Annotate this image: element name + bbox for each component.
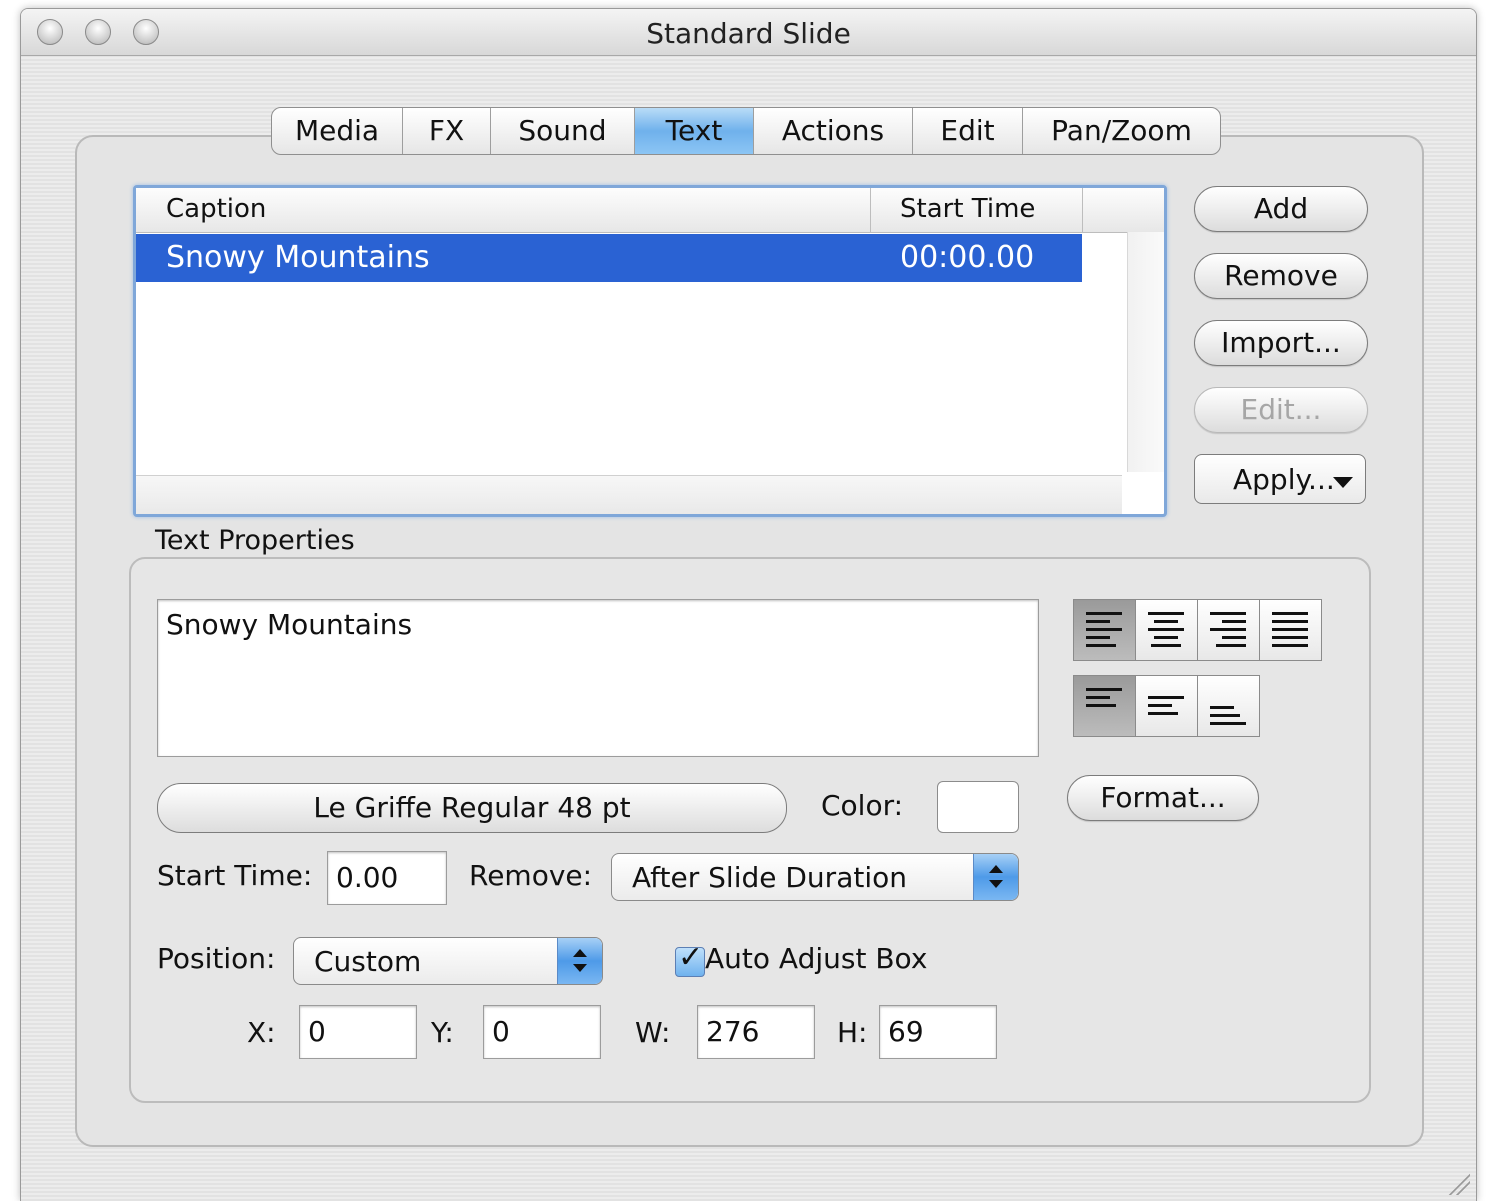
- column-divider: [870, 188, 871, 232]
- y-label: Y:: [431, 1016, 454, 1049]
- valign-top-icon[interactable]: [1074, 676, 1136, 736]
- tab-bar: Media FX Sound Text Actions Edit Pan/Zoo…: [271, 107, 1221, 155]
- horizontal-alignment-group: [1073, 599, 1322, 661]
- position-popup-value: Custom: [314, 945, 422, 978]
- popup-arrows-icon: [557, 938, 602, 984]
- table-row[interactable]: Snowy Mountains 00:00.00: [136, 234, 1082, 282]
- auto-adjust-label[interactable]: Auto Adjust Box: [705, 942, 927, 975]
- w-field[interactable]: 276: [697, 1005, 815, 1059]
- align-right-icon[interactable]: [1198, 600, 1260, 660]
- color-label: Color:: [821, 789, 904, 822]
- start-time-label: Start Time:: [157, 859, 313, 892]
- h-field[interactable]: 69: [879, 1005, 997, 1059]
- text-properties-label: Text Properties: [155, 525, 355, 556]
- column-divider: [1082, 188, 1083, 232]
- align-center-icon[interactable]: [1136, 600, 1198, 660]
- standard-slide-window: Standard Slide Media FX Sound Text Actio…: [20, 8, 1477, 1201]
- tab-pan-zoom[interactable]: Pan/Zoom: [1023, 108, 1220, 154]
- tab-fx[interactable]: FX: [403, 108, 491, 154]
- title-bar[interactable]: Standard Slide: [21, 9, 1476, 56]
- column-header-start-time[interactable]: Start Time: [900, 194, 1035, 224]
- edit-button[interactable]: Edit...: [1194, 387, 1368, 433]
- row-caption: Snowy Mountains: [166, 240, 430, 275]
- add-button[interactable]: Add: [1194, 186, 1368, 232]
- h-label: H:: [837, 1016, 868, 1049]
- vertical-scrollbar[interactable]: [1127, 232, 1164, 472]
- auto-adjust-checkbox[interactable]: ✓: [675, 940, 705, 977]
- caption-text-area[interactable]: Snowy Mountains: [157, 599, 1039, 757]
- align-justify-icon[interactable]: [1260, 600, 1321, 660]
- font-button[interactable]: Le Griffe Regular 48 pt: [157, 783, 787, 833]
- remove-popup-value: After Slide Duration: [632, 861, 907, 894]
- row-start-time: 00:00.00: [900, 240, 1035, 275]
- valign-bottom-icon[interactable]: [1198, 676, 1259, 736]
- checkmark-icon: ✓: [678, 940, 704, 975]
- start-time-field[interactable]: 0.00: [327, 851, 447, 905]
- tab-media[interactable]: Media: [272, 108, 403, 154]
- apply-button-label: Apply...: [1233, 463, 1335, 496]
- caption-list[interactable]: Caption Start Time Snowy Mountains 00:00…: [133, 185, 1167, 517]
- apply-button[interactable]: Apply...: [1194, 454, 1366, 504]
- position-popup[interactable]: Custom: [293, 937, 603, 985]
- import-button[interactable]: Import...: [1194, 320, 1368, 366]
- y-field[interactable]: 0: [483, 1005, 601, 1059]
- tab-text[interactable]: Text: [635, 108, 754, 154]
- valign-middle-icon[interactable]: [1136, 676, 1198, 736]
- column-header-caption[interactable]: Caption: [166, 194, 266, 224]
- resize-grip-icon[interactable]: [1446, 1171, 1470, 1195]
- vertical-alignment-group: [1073, 675, 1260, 737]
- color-well[interactable]: [937, 781, 1019, 833]
- tab-sound[interactable]: Sound: [491, 108, 635, 154]
- popup-arrows-icon: [973, 854, 1018, 900]
- horizontal-scrollbar[interactable]: [136, 475, 1122, 514]
- dropdown-arrow-icon: [1333, 477, 1353, 488]
- format-button[interactable]: Format...: [1067, 775, 1259, 821]
- remove-button[interactable]: Remove: [1194, 253, 1368, 299]
- tab-actions[interactable]: Actions: [754, 108, 913, 154]
- x-field[interactable]: 0: [299, 1005, 417, 1059]
- tab-edit[interactable]: Edit: [913, 108, 1023, 154]
- w-label: W:: [635, 1016, 671, 1049]
- remove-popup[interactable]: After Slide Duration: [611, 853, 1019, 901]
- align-left-icon[interactable]: [1074, 600, 1136, 660]
- position-label: Position:: [157, 942, 276, 975]
- window-title: Standard Slide: [646, 17, 851, 50]
- remove-label: Remove:: [469, 859, 593, 892]
- x-label: X:: [247, 1016, 276, 1049]
- list-header: Caption Start Time: [136, 188, 1164, 233]
